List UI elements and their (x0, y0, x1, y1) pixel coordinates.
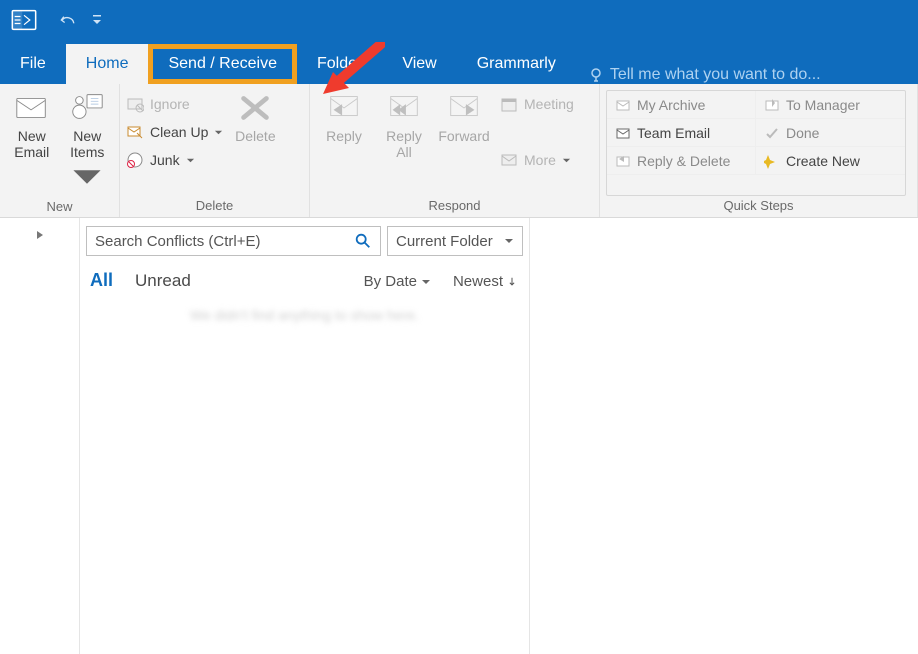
qs-my-archive[interactable]: My Archive (607, 91, 756, 119)
qs-to-manager[interactable]: To Manager (756, 91, 905, 119)
expand-nav-icon (33, 228, 47, 242)
cleanup-button[interactable]: Clean Up (126, 120, 223, 144)
tab-view[interactable]: View (382, 44, 456, 84)
ribbon: New Email New Items New Ignore Clean Up (0, 84, 918, 218)
new-items-button[interactable]: New Items (62, 90, 114, 197)
titlebar (0, 0, 918, 44)
qs-reply-delete[interactable]: Reply & Delete (607, 147, 756, 175)
group-label-new: New (6, 197, 113, 218)
junk-button[interactable]: Junk (126, 148, 223, 172)
tell-me-placeholder: Tell me what you want to do... (610, 66, 821, 84)
tab-file[interactable]: File (0, 44, 66, 84)
filter-all[interactable]: All (90, 270, 113, 291)
ignore-button[interactable]: Ignore (126, 92, 223, 116)
tab-folder[interactable]: Folder (297, 44, 382, 84)
search-icon (354, 232, 372, 250)
tab-send-receive[interactable]: Send / Receive (148, 44, 297, 84)
group-label-delete: Delete (126, 196, 303, 217)
chevron-down-icon (421, 277, 431, 287)
sort-direction-toggle[interactable]: Newest (453, 273, 517, 290)
empty-list-message: We didn't find anything to show here. (86, 291, 523, 339)
reading-pane (530, 218, 918, 654)
group-label-respond: Respond (316, 196, 593, 217)
content-area: Search Conflicts (Ctrl+E) Current Folder… (0, 218, 918, 654)
app-icon (10, 6, 38, 39)
search-input[interactable]: Search Conflicts (Ctrl+E) (86, 226, 381, 256)
chevron-down-icon (504, 236, 514, 246)
group-label-quicksteps: Quick Steps (606, 196, 911, 217)
qat-customize-icon[interactable] (92, 12, 102, 33)
nav-pane-collapsed[interactable] (0, 218, 80, 654)
search-placeholder: Search Conflicts (Ctrl+E) (95, 233, 260, 250)
delete-button[interactable]: Delete (227, 90, 283, 196)
qs-team-email[interactable]: Team Email (607, 119, 756, 147)
more-respond-button[interactable]: More (500, 148, 574, 172)
reply-button[interactable]: Reply (316, 90, 372, 196)
undo-icon[interactable] (58, 12, 78, 33)
ribbon-tabstrip: File Home Send / Receive Folder View Gra… (0, 44, 918, 84)
qs-done[interactable]: Done (756, 119, 905, 147)
sort-field-dropdown[interactable]: By Date (364, 273, 431, 290)
tab-home[interactable]: Home (66, 44, 149, 84)
search-scope-dropdown[interactable]: Current Folder (387, 226, 523, 256)
tab-grammarly[interactable]: Grammarly (457, 44, 576, 84)
arrow-down-icon (507, 277, 517, 287)
qs-create-new[interactable]: Create New (756, 147, 905, 175)
message-list-pane: Search Conflicts (Ctrl+E) Current Folder… (80, 218, 530, 654)
meeting-button[interactable]: Meeting (500, 92, 574, 116)
filter-unread[interactable]: Unread (135, 271, 191, 291)
forward-button[interactable]: Forward (436, 90, 492, 196)
quick-steps-gallery[interactable]: My Archive To Manager Team Email Done Re… (606, 90, 906, 196)
new-email-button[interactable]: New Email (6, 90, 58, 197)
reply-all-button[interactable]: Reply All (376, 90, 432, 196)
tell-me-search[interactable]: Tell me what you want to do... (588, 66, 821, 84)
